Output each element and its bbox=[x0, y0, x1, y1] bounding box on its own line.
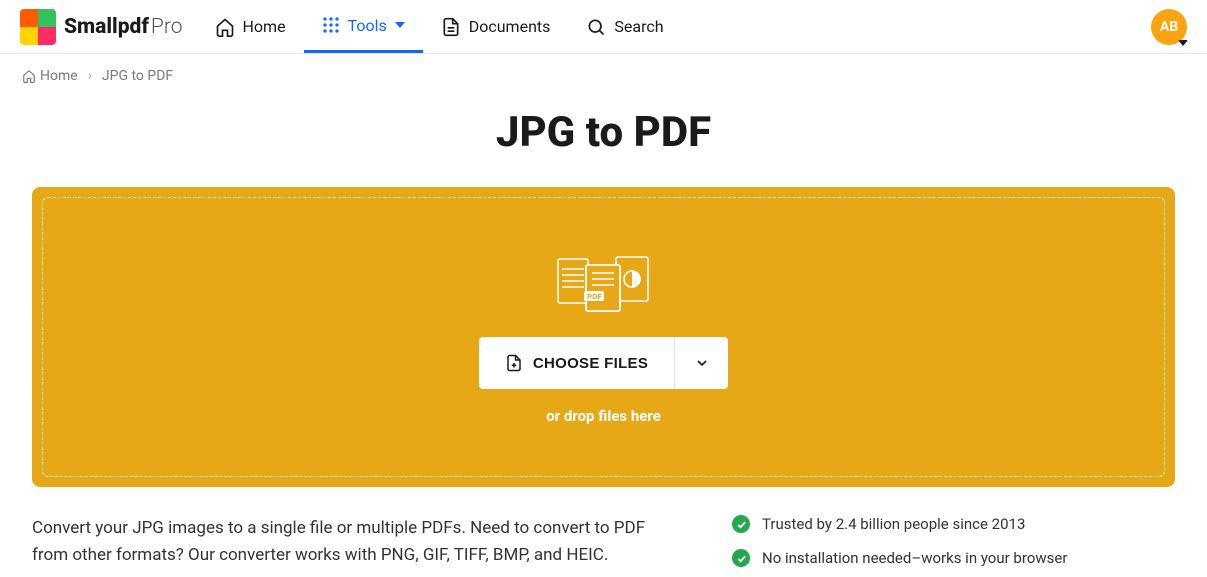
grid-icon bbox=[322, 16, 340, 34]
check-icon bbox=[732, 549, 750, 567]
page-title: JPG to PDF bbox=[0, 108, 1207, 157]
benefit-text: No installation needed–works in your bro… bbox=[762, 549, 1067, 567]
caret-down-icon bbox=[395, 20, 405, 30]
user-avatar[interactable]: AB bbox=[1151, 9, 1187, 45]
benefit-item: Trusted by 2.4 billion people since 2013 bbox=[732, 515, 1112, 533]
logo-icon bbox=[20, 9, 56, 45]
choose-files-label: CHOOSE FILES bbox=[533, 355, 648, 372]
app-header: SmallpdfPro Home Tools Documents Search … bbox=[0, 0, 1207, 54]
nav-documents[interactable]: Documents bbox=[423, 0, 569, 53]
nav-documents-label: Documents bbox=[469, 17, 551, 36]
search-icon bbox=[586, 17, 606, 37]
svg-text:PDF: PDF bbox=[587, 292, 602, 301]
benefit-text: Trusted by 2.4 billion people since 2013 bbox=[762, 515, 1025, 533]
home-icon bbox=[215, 17, 235, 37]
brand-name: Smallpdf bbox=[64, 15, 149, 39]
choose-files-group: CHOOSE FILES bbox=[479, 337, 728, 389]
drop-hint: or drop files here bbox=[546, 407, 661, 425]
brand-logo[interactable]: SmallpdfPro bbox=[20, 9, 183, 45]
below-content: Convert your JPG images to a single file… bbox=[32, 515, 1175, 569]
dropzone-inner: PDF CHOOSE FILES or drop files here bbox=[42, 197, 1165, 477]
file-plus-icon bbox=[505, 353, 523, 373]
benefit-item: No installation needed–works in your bro… bbox=[732, 549, 1112, 567]
nav-search-label: Search bbox=[614, 17, 663, 36]
file-dropzone[interactable]: PDF CHOOSE FILES or drop files here bbox=[32, 187, 1175, 487]
caret-down-icon bbox=[1178, 40, 1188, 46]
breadcrumb-home[interactable]: Home bbox=[22, 68, 78, 84]
breadcrumb-separator: › bbox=[88, 68, 92, 84]
benefits-list: Trusted by 2.4 billion people since 2013… bbox=[732, 515, 1112, 569]
avatar-initials: AB bbox=[1160, 19, 1178, 35]
tool-description: Convert your JPG images to a single file… bbox=[32, 515, 672, 569]
chevron-down-icon bbox=[694, 355, 710, 371]
document-icon bbox=[441, 17, 461, 37]
breadcrumb-current: JPG to PDF bbox=[102, 68, 173, 84]
check-icon bbox=[732, 515, 750, 533]
breadcrumb: Home › JPG to PDF bbox=[0, 54, 1207, 98]
files-illustration-icon: PDF bbox=[554, 251, 654, 319]
nav-tools[interactable]: Tools bbox=[304, 0, 423, 53]
main-nav: Home Tools Documents Search bbox=[197, 0, 682, 53]
nav-home-label: Home bbox=[243, 17, 286, 36]
brand-suffix: Pro bbox=[151, 15, 183, 39]
choose-files-button[interactable]: CHOOSE FILES bbox=[479, 337, 674, 389]
home-icon bbox=[22, 69, 36, 83]
nav-home[interactable]: Home bbox=[197, 0, 304, 53]
nav-tools-label: Tools bbox=[348, 16, 387, 35]
choose-files-dropdown[interactable] bbox=[674, 337, 728, 389]
nav-search[interactable]: Search bbox=[568, 0, 681, 53]
breadcrumb-home-label: Home bbox=[40, 68, 78, 84]
